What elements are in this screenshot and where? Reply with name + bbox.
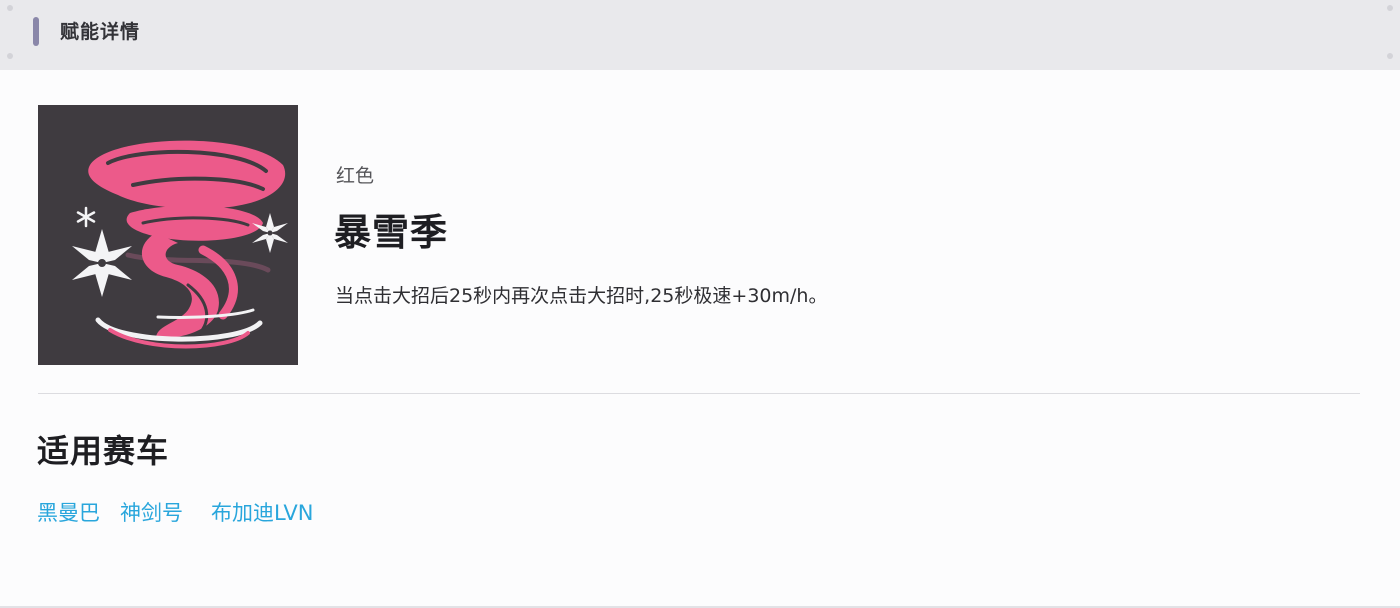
- ability-rarity: 红色: [336, 165, 375, 187]
- section-divider: [38, 393, 1360, 394]
- ability-detail-panel: 赋能详情 红色 暴雪季 当点击大招后25秒内再次点击大招时,25秒极速+30m/…: [0, 0, 1400, 608]
- car-link-bugatti-lvn[interactable]: 布加迪LVN: [211, 497, 313, 529]
- header-accent-bar: [33, 17, 39, 46]
- pink-tornado-snowflake-icon: [72, 140, 288, 349]
- ability-emblem: [38, 105, 298, 365]
- corner-dot: [7, 53, 13, 59]
- car-link-shen-jian-hao[interactable]: 神剑号: [120, 497, 183, 529]
- corner-dot: [7, 5, 13, 11]
- ability-name: 暴雪季: [334, 211, 448, 254]
- header-title: 赋能详情: [60, 21, 141, 43]
- corner-dot: [1387, 53, 1393, 59]
- panel-header: 赋能详情: [0, 0, 1400, 70]
- applicable-cars-list: 黑曼巴 神剑号 布加迪LVN: [37, 497, 313, 529]
- applicable-cars-title: 适用赛车: [37, 432, 170, 470]
- car-link-hei-man-ba[interactable]: 黑曼巴: [37, 497, 100, 529]
- ability-description: 当点击大招后25秒内再次点击大招时,25秒极速+30m/h。: [335, 285, 828, 307]
- corner-dot: [1387, 5, 1393, 11]
